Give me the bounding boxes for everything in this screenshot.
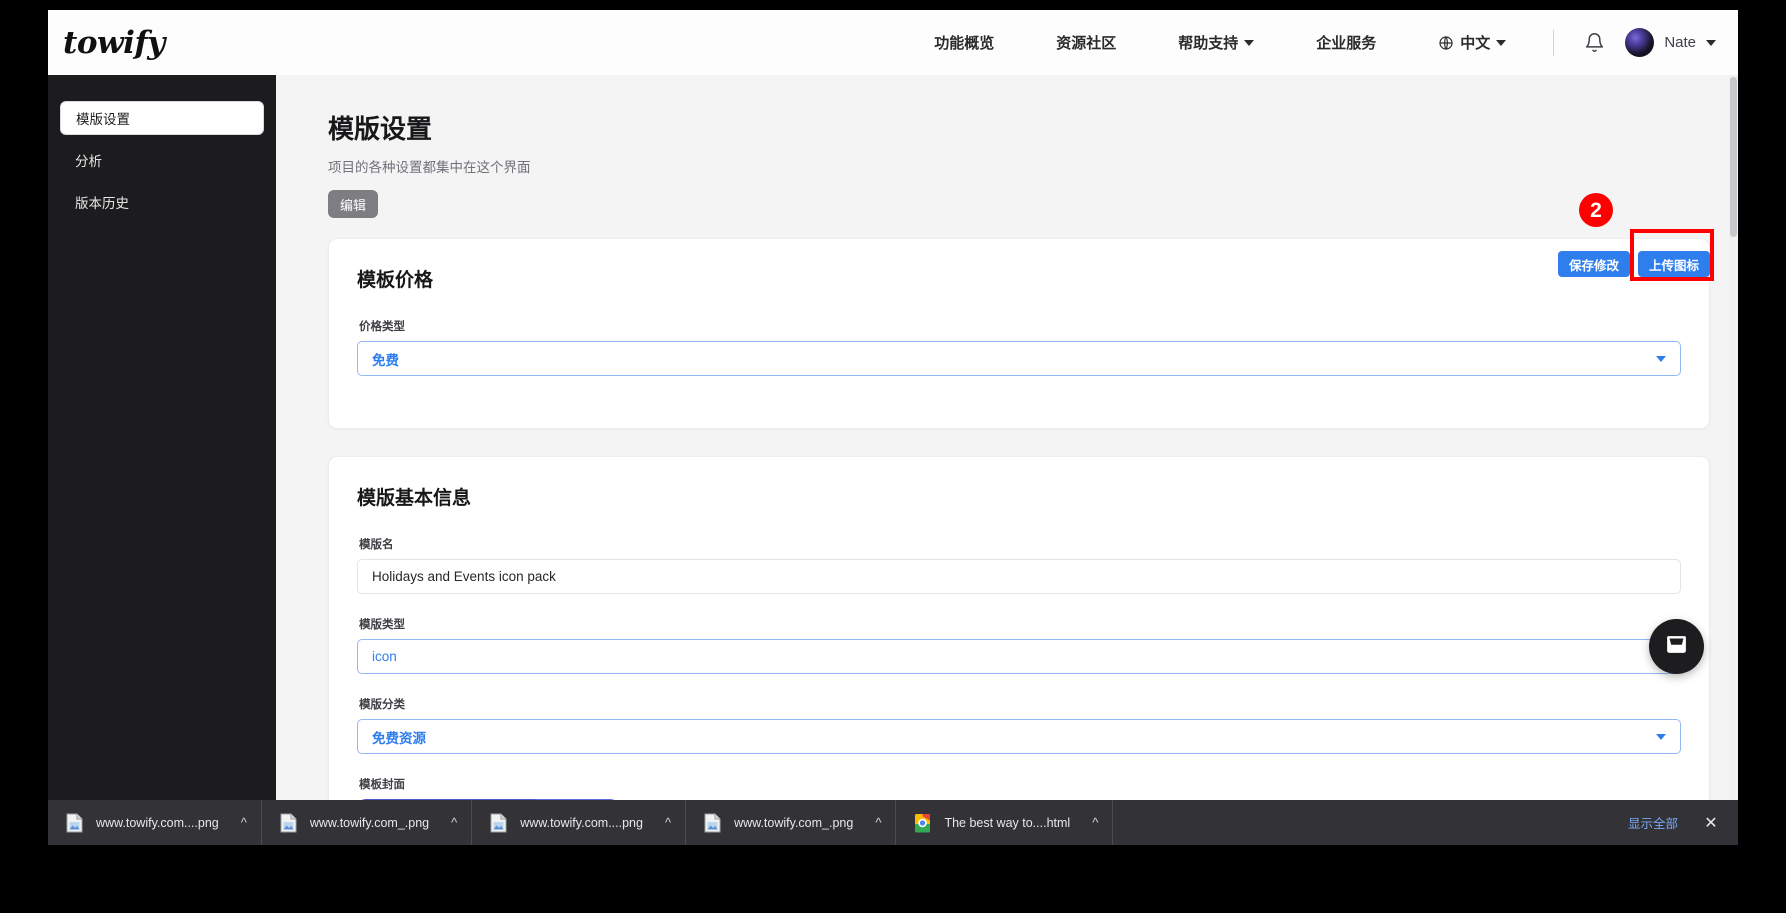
download-item[interactable]: www.towify.com....png ^ <box>48 800 262 845</box>
template-type-value: icon <box>372 649 397 664</box>
avatar <box>1625 28 1655 57</box>
save-changes-button[interactable]: 保存修改 <box>1557 251 1630 277</box>
download-file-name: www.towify.com....png <box>520 815 643 830</box>
template-category-select[interactable]: 免费资源 <box>357 719 1681 754</box>
bell-icon <box>1584 32 1605 53</box>
browser-viewport: towify 功能概览 资源社区 帮助支持 企业服务 中文 Nate 模版设置 … <box>48 10 1738 800</box>
page-subtitle: 项目的各种设置都集中在这个界面 <box>328 160 531 175</box>
png-file-icon <box>490 813 507 833</box>
nav-item-language[interactable]: 中文 <box>1407 32 1537 53</box>
template-type-field: 模版类型 icon <box>357 616 1681 674</box>
nav-item-enterprise[interactable]: 企业服务 <box>1285 32 1407 53</box>
template-basic-info-card: 模版基本信息 模版名 Holidays and Events icon pack… <box>328 456 1710 800</box>
basic-card-title: 模版基本信息 <box>357 488 472 509</box>
upload-icon-button[interactable]: 上传图标 <box>1637 251 1710 277</box>
close-icon: ✕ <box>1704 814 1718 832</box>
action-buttons: 保存修改 上传图标 <box>1557 251 1710 277</box>
sidebar-item-analytics[interactable]: 分析 <box>60 143 264 177</box>
page-scrollbar-thumb[interactable] <box>1730 77 1737 237</box>
nav-links: 功能概览 资源社区 帮助支持 企业服务 中文 <box>903 32 1537 53</box>
png-file-icon <box>704 813 721 833</box>
download-item[interactable]: The best way to....html ^ <box>896 800 1114 845</box>
download-file-name: The best way to....html <box>944 815 1071 830</box>
annotation-step-badge: 2 <box>1579 193 1613 227</box>
download-item[interactable]: www.towify.com_.png ^ <box>262 800 473 845</box>
main-content: 模版设置 项目的各种设置都集中在这个界面 编辑 模板价格 价格类型 免费 模版基… <box>276 75 1738 800</box>
chevron-down-icon <box>1656 355 1666 362</box>
template-cover-field: 模板封面 <box>357 776 1681 800</box>
inbox-chat-icon <box>1664 632 1689 662</box>
user-menu[interactable]: Nate <box>1625 28 1716 57</box>
template-cover-label: 模板封面 <box>359 779 405 791</box>
nav-divider <box>1553 29 1555 56</box>
nav-item-features[interactable]: 功能概览 <box>903 32 1025 53</box>
template-type-select[interactable]: icon <box>357 639 1681 674</box>
chat-widget-button[interactable] <box>1649 619 1704 674</box>
download-file-name: www.towify.com_.png <box>734 815 854 830</box>
sidebar-item-template-settings[interactable]: 模版设置 <box>60 101 264 135</box>
template-name-value: Holidays and Events icon pack <box>372 569 556 584</box>
price-type-label: 价格类型 <box>359 321 405 333</box>
template-category-label: 模版分类 <box>359 699 405 711</box>
page-title: 模版设置 <box>328 114 433 144</box>
download-bar: www.towify.com....png ^ www.towify.com_.… <box>48 800 1738 845</box>
price-type-value: 免费 <box>372 352 399 368</box>
nav-item-enterprise-label: 企业服务 <box>1316 35 1377 52</box>
price-type-field: 价格类型 免费 <box>357 318 1681 376</box>
top-navigation-bar: towify 功能概览 资源社区 帮助支持 企业服务 中文 Nate <box>48 10 1738 75</box>
chevron-up-icon[interactable]: ^ <box>875 816 881 829</box>
template-name-input[interactable]: Holidays and Events icon pack <box>357 559 1681 594</box>
chevron-down-icon <box>1706 39 1716 46</box>
download-bar-spacer <box>1113 800 1614 845</box>
download-item[interactable]: www.towify.com....png ^ <box>472 800 687 845</box>
price-card-title: 模板价格 <box>357 270 434 291</box>
download-file-name: www.towify.com....png <box>96 815 219 830</box>
nav-item-features-label: 功能概览 <box>934 35 995 52</box>
edit-button[interactable]: 编辑 <box>328 190 379 218</box>
price-type-select[interactable]: 免费 <box>357 341 1681 376</box>
sidebar-item-version-history[interactable]: 版本历史 <box>60 185 264 219</box>
template-price-card: 模板价格 价格类型 免费 <box>328 238 1710 429</box>
nav-item-support[interactable]: 帮助支持 <box>1147 32 1285 53</box>
globe-icon <box>1438 35 1454 51</box>
sidebar: 模版设置 分析 版本历史 <box>48 75 276 800</box>
template-name-label: 模版名 <box>359 539 394 551</box>
sidebar-item-label: 版本历史 <box>75 196 129 211</box>
user-name: Nate <box>1664 34 1696 51</box>
sidebar-item-label: 模版设置 <box>76 112 130 127</box>
notifications-button[interactable] <box>1570 32 1619 53</box>
nav-item-language-label: 中文 <box>1460 35 1491 52</box>
template-type-label: 模版类型 <box>359 619 405 631</box>
png-file-icon <box>280 813 297 833</box>
template-name-field: 模版名 Holidays and Events icon pack <box>357 536 1681 594</box>
chevron-up-icon[interactable]: ^ <box>451 816 457 829</box>
nav-item-community-label: 资源社区 <box>1056 35 1117 52</box>
download-item[interactable]: www.towify.com_.png ^ <box>686 800 897 845</box>
page-scrollbar[interactable] <box>1729 75 1738 800</box>
show-all-downloads-button[interactable]: 显示全部 <box>1614 809 1692 837</box>
close-download-bar-button[interactable]: ✕ <box>1692 809 1730 837</box>
chevron-down-icon <box>1244 39 1255 46</box>
chevron-down-icon <box>1656 733 1666 740</box>
template-category-value: 免费资源 <box>372 730 426 746</box>
sidebar-item-label: 分析 <box>75 154 102 169</box>
chevron-up-icon[interactable]: ^ <box>241 816 247 829</box>
download-file-name: www.towify.com_.png <box>309 815 430 830</box>
chevron-down-icon <box>1496 39 1507 46</box>
chevron-up-icon[interactable]: ^ <box>665 816 671 829</box>
nav-item-support-label: 帮助支持 <box>1178 35 1239 52</box>
chevron-up-icon[interactable]: ^ <box>1092 816 1098 829</box>
png-file-icon <box>66 813 83 833</box>
chrome-html-file-icon <box>914 813 931 833</box>
towify-logo[interactable]: towify <box>63 25 165 61</box>
nav-item-community[interactable]: 资源社区 <box>1025 32 1147 53</box>
template-category-field: 模版分类 免费资源 <box>357 696 1681 754</box>
